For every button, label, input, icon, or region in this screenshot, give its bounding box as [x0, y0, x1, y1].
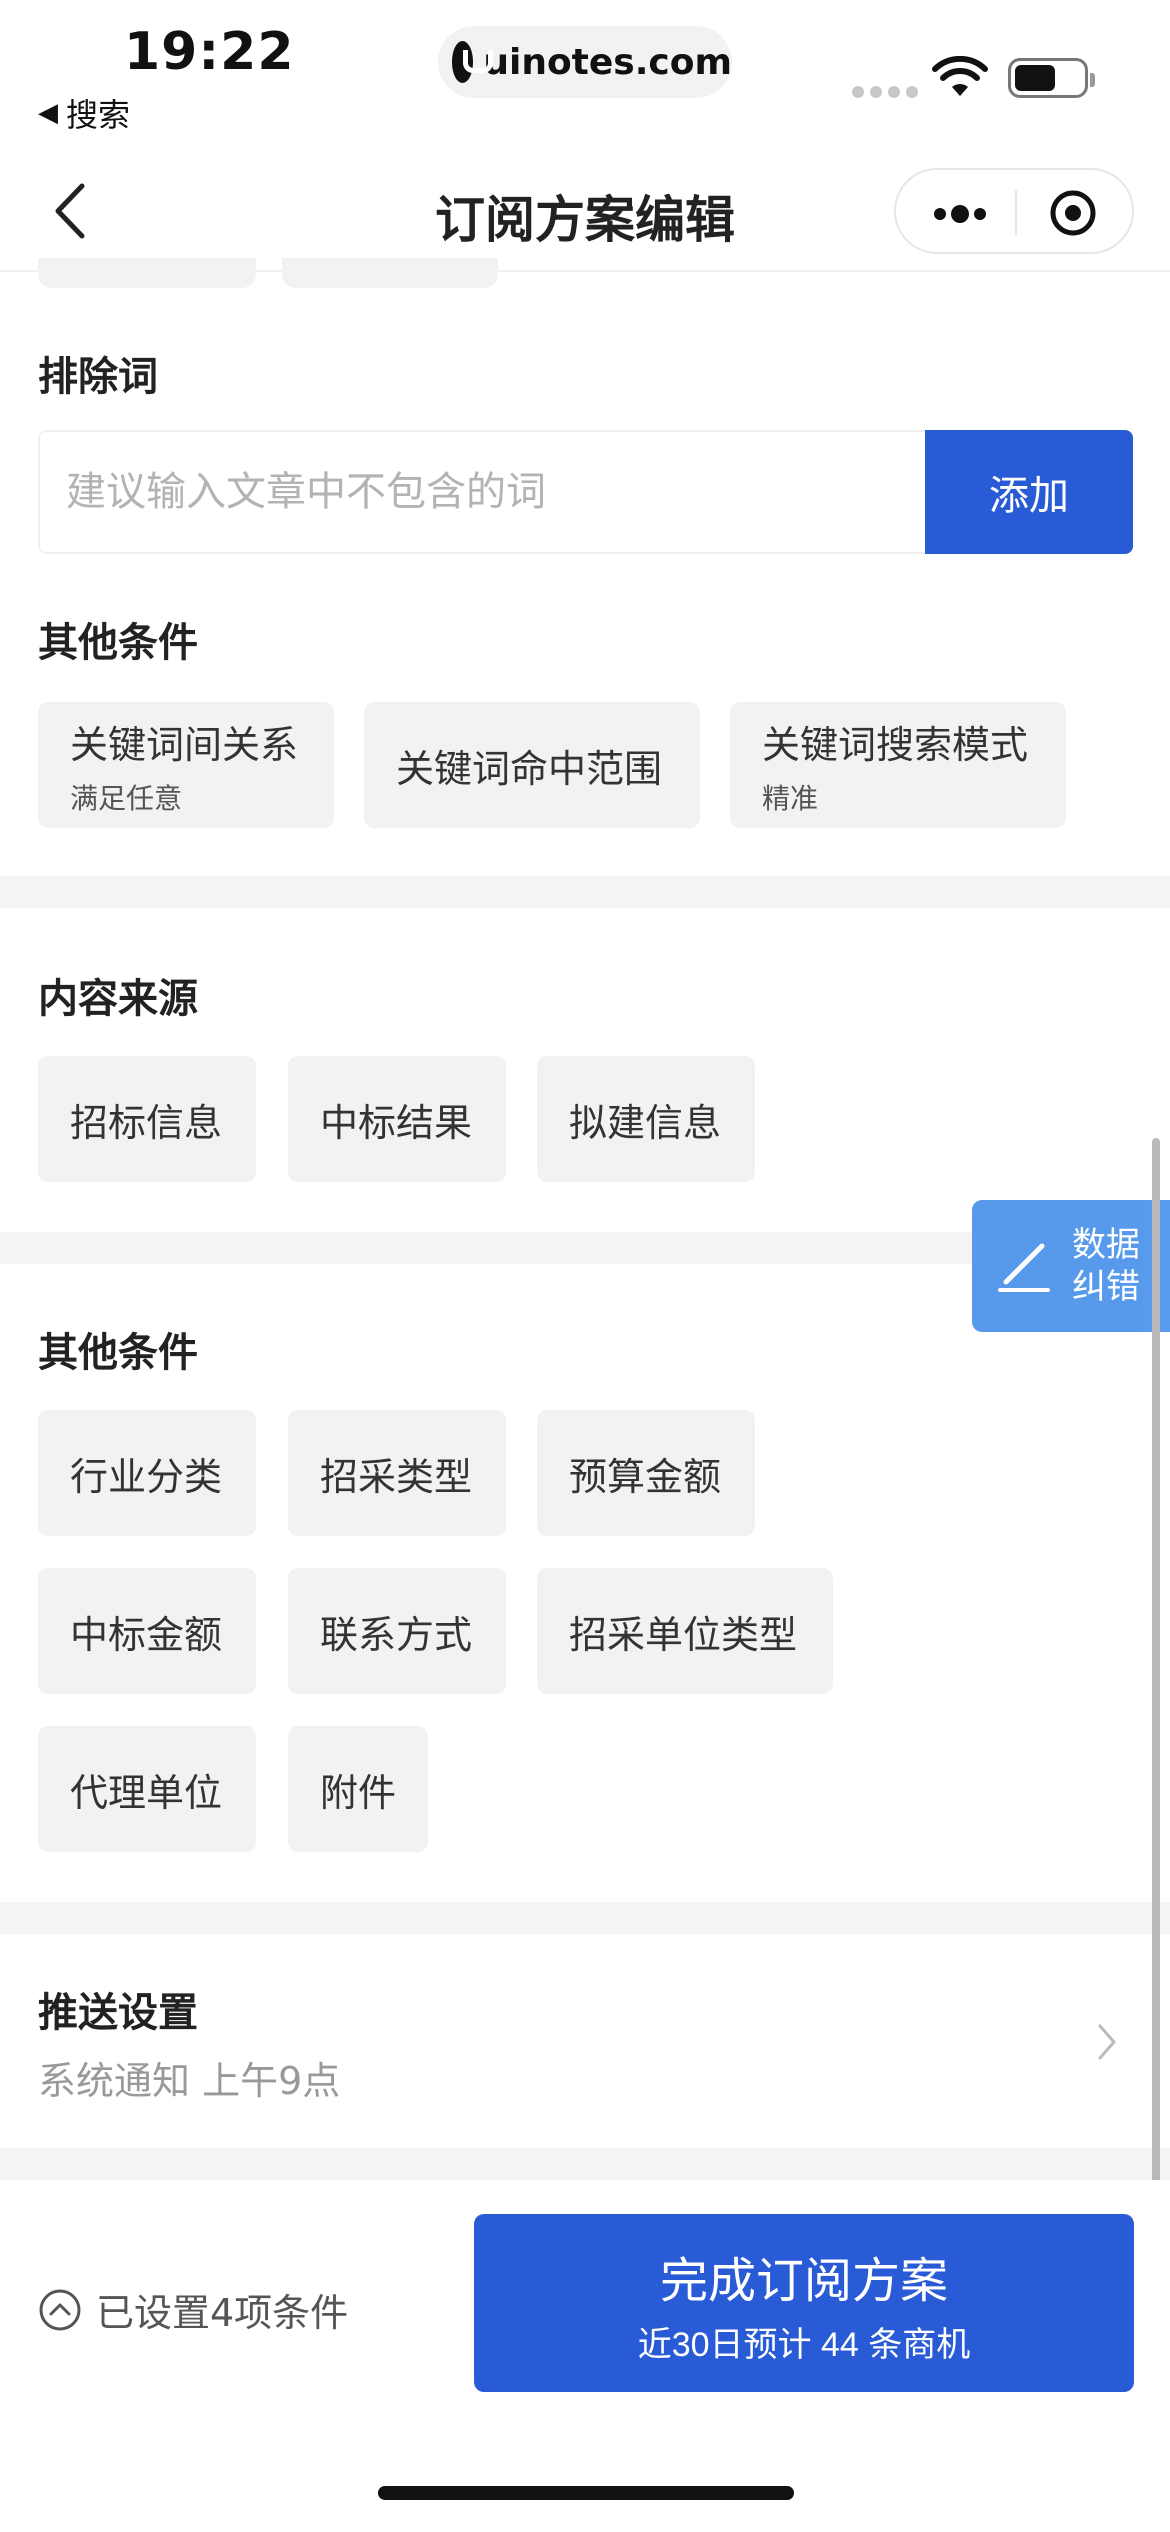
chip-label: 招采类型 [320, 1454, 473, 1499]
finish-button-label: 完成订阅方案 [659, 2254, 948, 2308]
close-target-icon[interactable] [1048, 188, 1098, 238]
status-bar: 19:22 ◀ 搜索 uinotes.com [0, 0, 1170, 150]
content-source-chip[interactable]: 中标结果 [288, 1056, 506, 1182]
chip-label: 招标信息 [70, 1100, 223, 1145]
home-indicator [378, 2486, 794, 2500]
pen-icon [998, 1243, 1050, 1292]
section-divider [0, 876, 1170, 908]
chip-label: 拟建信息 [569, 1100, 722, 1145]
site-logo-icon [452, 41, 494, 83]
bottom-bar: 已设置4项条件 完成订阅方案 近30日预计 44 条商机 [0, 2180, 1170, 2532]
exclude-words-title: 排除词 [38, 354, 158, 400]
chip-label: 代理单位 [70, 1770, 223, 1815]
partial-chip [282, 258, 498, 288]
chip-sublabel: 精准 [762, 781, 819, 815]
conditions-summary-label: 已设置4项条件 [96, 2291, 349, 2335]
condition-chip[interactable]: 中标金额 [38, 1568, 256, 1694]
chip-label: 附件 [320, 1770, 397, 1815]
exclude-word-input[interactable] [40, 432, 926, 552]
other-conditions-title: 其他条件 [38, 1330, 198, 1376]
condition-chip[interactable]: 招采类型 [288, 1410, 506, 1536]
chip-label: 关键词命中范围 [396, 746, 663, 791]
chip-label: 行业分类 [70, 1454, 223, 1499]
back-triangle-icon: ◀ [38, 98, 58, 128]
content-source-chip[interactable]: 招标信息 [38, 1056, 256, 1182]
condition-chip[interactable]: 代理单位 [38, 1726, 256, 1852]
exclude-words-row: 添加 [38, 430, 1133, 554]
back-app-label: 搜索 [66, 96, 131, 134]
keyword-relation-chip[interactable]: 关键词间关系 满足任意 [38, 702, 334, 828]
condition-chip[interactable]: 附件 [288, 1726, 428, 1852]
chevron-right-icon [1098, 2024, 1116, 2060]
wifi-icon [932, 56, 988, 96]
add-exclude-word-button[interactable]: 添加 [925, 430, 1133, 554]
data-correction-button[interactable]: 数据 纠错 [972, 1200, 1170, 1332]
partial-chip [38, 258, 256, 288]
mini-program-capsule [894, 168, 1134, 254]
conditions-summary[interactable]: 已设置4项条件 [38, 2282, 348, 2337]
finish-button-sublabel: 近30日预计 44 条商机 [637, 2325, 971, 2364]
chip-label: 关键词间关系 [70, 722, 299, 767]
chip-sublabel: 满足任意 [70, 781, 183, 815]
chip-label: 预算金额 [569, 1454, 722, 1499]
data-correction-label: 数据 纠错 [1072, 1224, 1152, 1308]
correction-line-2: 纠错 [1072, 1267, 1140, 1307]
keyword-search-mode-chip[interactable]: 关键词搜索模式 精准 [730, 702, 1066, 828]
condition-chip[interactable]: 联系方式 [288, 1568, 506, 1694]
url-text: uinotes.com [483, 41, 732, 83]
other-conditions-title: 其他条件 [38, 620, 198, 666]
chip-label: 招采单位类型 [569, 1612, 798, 1657]
push-settings-title: 推送设置 [38, 1990, 198, 2036]
chip-label: 关键词搜索模式 [762, 722, 1029, 767]
condition-chip[interactable]: 预算金额 [537, 1410, 755, 1536]
content-source-chip[interactable]: 拟建信息 [537, 1056, 755, 1182]
condition-chip[interactable]: 招采单位类型 [537, 1568, 833, 1694]
more-dots-icon[interactable] [930, 194, 990, 234]
back-to-app-link[interactable]: ◀ 搜索 [38, 90, 130, 136]
cellular-signal-icon [852, 86, 918, 98]
status-time: 19:22 [124, 22, 295, 82]
chip-label: 中标结果 [320, 1100, 473, 1145]
push-settings-row[interactable]: 推送设置 系统通知 上午9点 [0, 1930, 1170, 2144]
nav-bar: 订阅方案编辑 [0, 150, 1170, 272]
chip-label: 联系方式 [320, 1612, 473, 1657]
chip-label: 中标金额 [70, 1612, 223, 1657]
correction-line-1: 数据 [1072, 1225, 1140, 1265]
keyword-hit-range-chip[interactable]: 关键词命中范围 [364, 702, 700, 828]
finish-subscription-button[interactable]: 完成订阅方案 近30日预计 44 条商机 [474, 2214, 1134, 2392]
condition-chip[interactable]: 行业分类 [38, 1410, 256, 1536]
content-source-title: 内容来源 [38, 976, 198, 1022]
chevron-up-circle-icon [39, 2289, 81, 2330]
url-pill[interactable]: uinotes.com [438, 26, 732, 98]
section-divider [0, 2148, 1170, 2180]
battery-icon [1008, 58, 1095, 98]
push-settings-summary: 系统通知 上午9点 [38, 2059, 341, 2103]
